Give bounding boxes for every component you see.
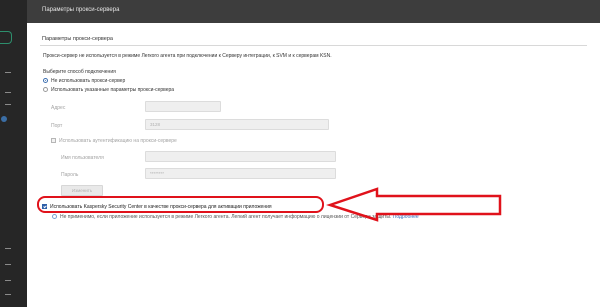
annotation-arrow-icon xyxy=(326,187,502,222)
